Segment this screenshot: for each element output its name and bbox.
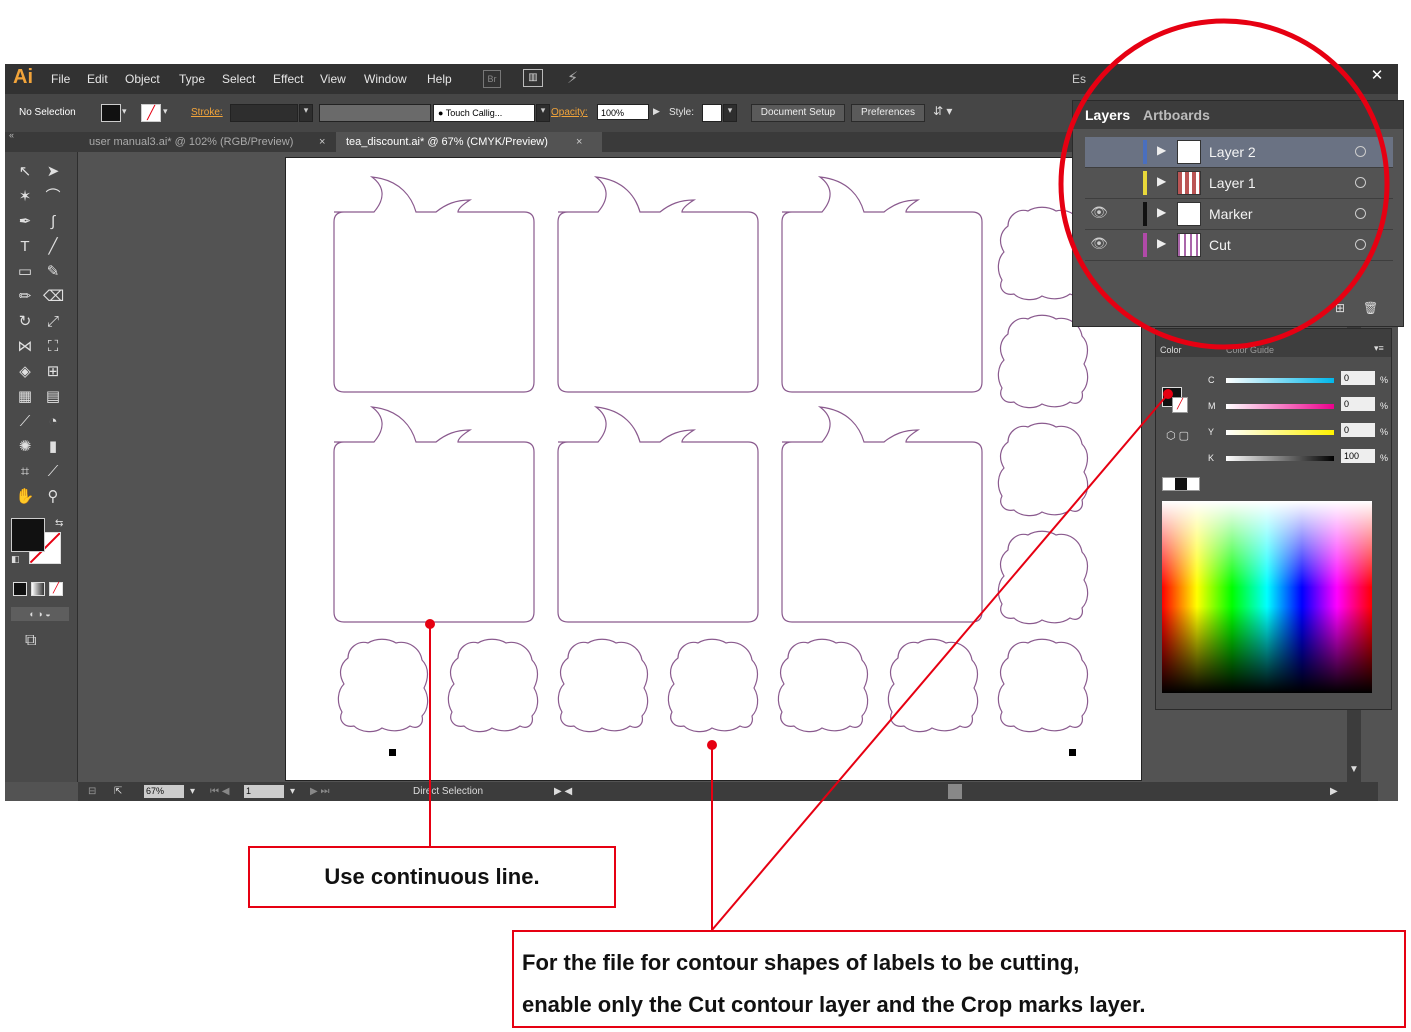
annotation-point — [1163, 389, 1173, 399]
annotation-point — [425, 619, 435, 629]
callout-continuous-line: Use continuous line. — [248, 846, 616, 908]
magnify-circle — [1058, 18, 1390, 350]
annotation-point — [707, 740, 717, 750]
callout-cut-layer: For the file for contour shapes of label… — [512, 930, 1406, 1028]
callout-text: Use continuous line. — [324, 864, 540, 889]
annotation-overlay — [429, 18, 1390, 931]
callout-text-line-1: For the file for contour shapes of label… — [522, 950, 1080, 975]
leader-line — [711, 393, 1169, 931]
callout-text-line-2: enable only the Cut contour layer and th… — [522, 992, 1146, 1017]
